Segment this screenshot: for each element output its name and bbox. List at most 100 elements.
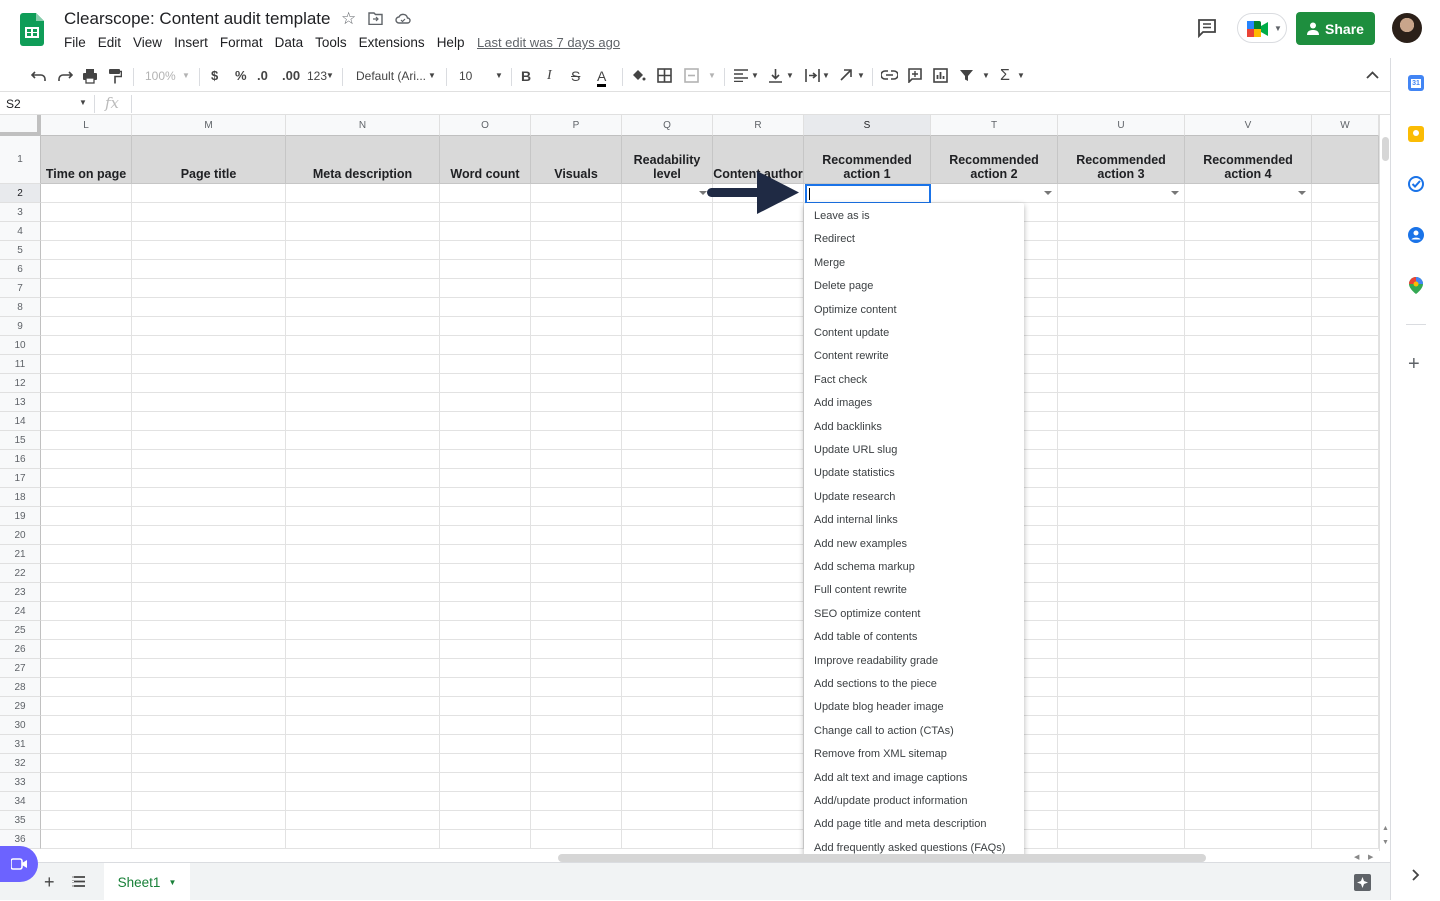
cell-o5[interactable] (440, 241, 531, 260)
cell-q35[interactable] (622, 811, 713, 830)
cell-n10[interactable] (286, 336, 440, 355)
cell-w13[interactable] (1312, 393, 1379, 412)
more-formats-button[interactable]: 123 (307, 68, 327, 84)
dropdown-option[interactable]: SEO optimize content (814, 608, 920, 620)
cell-p24[interactable] (531, 602, 622, 621)
row-header-21[interactable]: 21 (0, 545, 41, 564)
strikethrough-icon[interactable]: S (571, 68, 580, 84)
cell-p33[interactable] (531, 773, 622, 792)
cell-n31[interactable] (286, 735, 440, 754)
cell-v9[interactable] (1185, 317, 1312, 336)
column-header-t[interactable]: T (931, 115, 1058, 136)
cell-u34[interactable] (1058, 792, 1185, 811)
cell-w11[interactable] (1312, 355, 1379, 374)
menu-view[interactable]: View (127, 35, 168, 51)
cell-n30[interactable] (286, 716, 440, 735)
font-family-select[interactable]: Default (Ari... (356, 68, 426, 84)
cell-r33[interactable] (713, 773, 804, 792)
cell-l19[interactable] (41, 507, 132, 526)
cell-r30[interactable] (713, 716, 804, 735)
cell-u23[interactable] (1058, 583, 1185, 602)
cloud-status-icon[interactable] (395, 12, 411, 25)
cell-p21[interactable] (531, 545, 622, 564)
dropdown-option[interactable]: Add schema markup (814, 561, 915, 573)
cell-o36[interactable] (440, 830, 531, 849)
dropdown-option[interactable]: Optimize content (814, 304, 897, 316)
header-cell-u[interactable]: Recommended action 3 (1058, 136, 1185, 184)
font-size-select[interactable]: 10 (459, 68, 472, 84)
cell-w12[interactable] (1312, 374, 1379, 393)
fill-color-icon[interactable] (631, 68, 646, 83)
cell-v31[interactable] (1185, 735, 1312, 754)
cell-v33[interactable] (1185, 773, 1312, 792)
column-header-w[interactable]: W (1312, 115, 1379, 136)
cell-l15[interactable] (41, 431, 132, 450)
cell-v35[interactable] (1185, 811, 1312, 830)
cell-o10[interactable] (440, 336, 531, 355)
dropdown-option[interactable]: Add images (814, 397, 872, 409)
cell-u16[interactable] (1058, 450, 1185, 469)
dropdown-chip-icon[interactable] (1171, 191, 1179, 195)
cell-w9[interactable] (1312, 317, 1379, 336)
cell-w32[interactable] (1312, 754, 1379, 773)
dropdown-option[interactable]: Content rewrite (814, 350, 889, 362)
cell-m28[interactable] (132, 678, 286, 697)
cell-v20[interactable] (1185, 526, 1312, 545)
cell-v3[interactable] (1185, 203, 1312, 222)
vertical-scroll-thumb[interactable] (1382, 137, 1389, 161)
cell-n23[interactable] (286, 583, 440, 602)
cell-p22[interactable] (531, 564, 622, 583)
cell-n7[interactable] (286, 279, 440, 298)
cell-n28[interactable] (286, 678, 440, 697)
document-title[interactable]: Clearscope: Content audit template (64, 9, 331, 29)
cell-u21[interactable] (1058, 545, 1185, 564)
cell-p27[interactable] (531, 659, 622, 678)
cell-l12[interactable] (41, 374, 132, 393)
cell-q6[interactable] (622, 260, 713, 279)
cell-q23[interactable] (622, 583, 713, 602)
cell-l20[interactable] (41, 526, 132, 545)
cell-v11[interactable] (1185, 355, 1312, 374)
cell-q5[interactable] (622, 241, 713, 260)
cell-q29[interactable] (622, 697, 713, 716)
cell-m13[interactable] (132, 393, 286, 412)
cell-v15[interactable] (1185, 431, 1312, 450)
cell-u17[interactable] (1058, 469, 1185, 488)
cell-w6[interactable] (1312, 260, 1379, 279)
scroll-up-icon[interactable]: ▲ (1382, 825, 1389, 832)
cell-l4[interactable] (41, 222, 132, 241)
cell-q20[interactable] (622, 526, 713, 545)
cell-p5[interactable] (531, 241, 622, 260)
cell-q18[interactable] (622, 488, 713, 507)
cell-m10[interactable] (132, 336, 286, 355)
cell-l13[interactable] (41, 393, 132, 412)
cell-r11[interactable] (713, 355, 804, 374)
collapse-toolbar-icon[interactable] (1366, 71, 1379, 79)
cell-m29[interactable] (132, 697, 286, 716)
cell-p3[interactable] (531, 203, 622, 222)
cell-r28[interactable] (713, 678, 804, 697)
row-header-29[interactable]: 29 (0, 697, 41, 716)
cell-l30[interactable] (41, 716, 132, 735)
row-header-8[interactable]: 8 (0, 298, 41, 317)
cell-o25[interactable] (440, 621, 531, 640)
cell-u10[interactable] (1058, 336, 1185, 355)
row-header-4[interactable]: 4 (0, 222, 41, 241)
cell-n24[interactable] (286, 602, 440, 621)
cell-n4[interactable] (286, 222, 440, 241)
cell-v28[interactable] (1185, 678, 1312, 697)
cell-r13[interactable] (713, 393, 804, 412)
merge-cells-icon[interactable] (684, 68, 699, 83)
cell-l8[interactable] (41, 298, 132, 317)
cell-n8[interactable] (286, 298, 440, 317)
cell-w36[interactable] (1312, 830, 1379, 849)
cell-n3[interactable] (286, 203, 440, 222)
cell-p34[interactable] (531, 792, 622, 811)
cell-v34[interactable] (1185, 792, 1312, 811)
cell-m33[interactable] (132, 773, 286, 792)
cell-p12[interactable] (531, 374, 622, 393)
cell-r12[interactable] (713, 374, 804, 393)
cell-p36[interactable] (531, 830, 622, 849)
sheet-tab-sheet1[interactable]: Sheet1 ▼ (104, 863, 190, 901)
cell-w4[interactable] (1312, 222, 1379, 241)
